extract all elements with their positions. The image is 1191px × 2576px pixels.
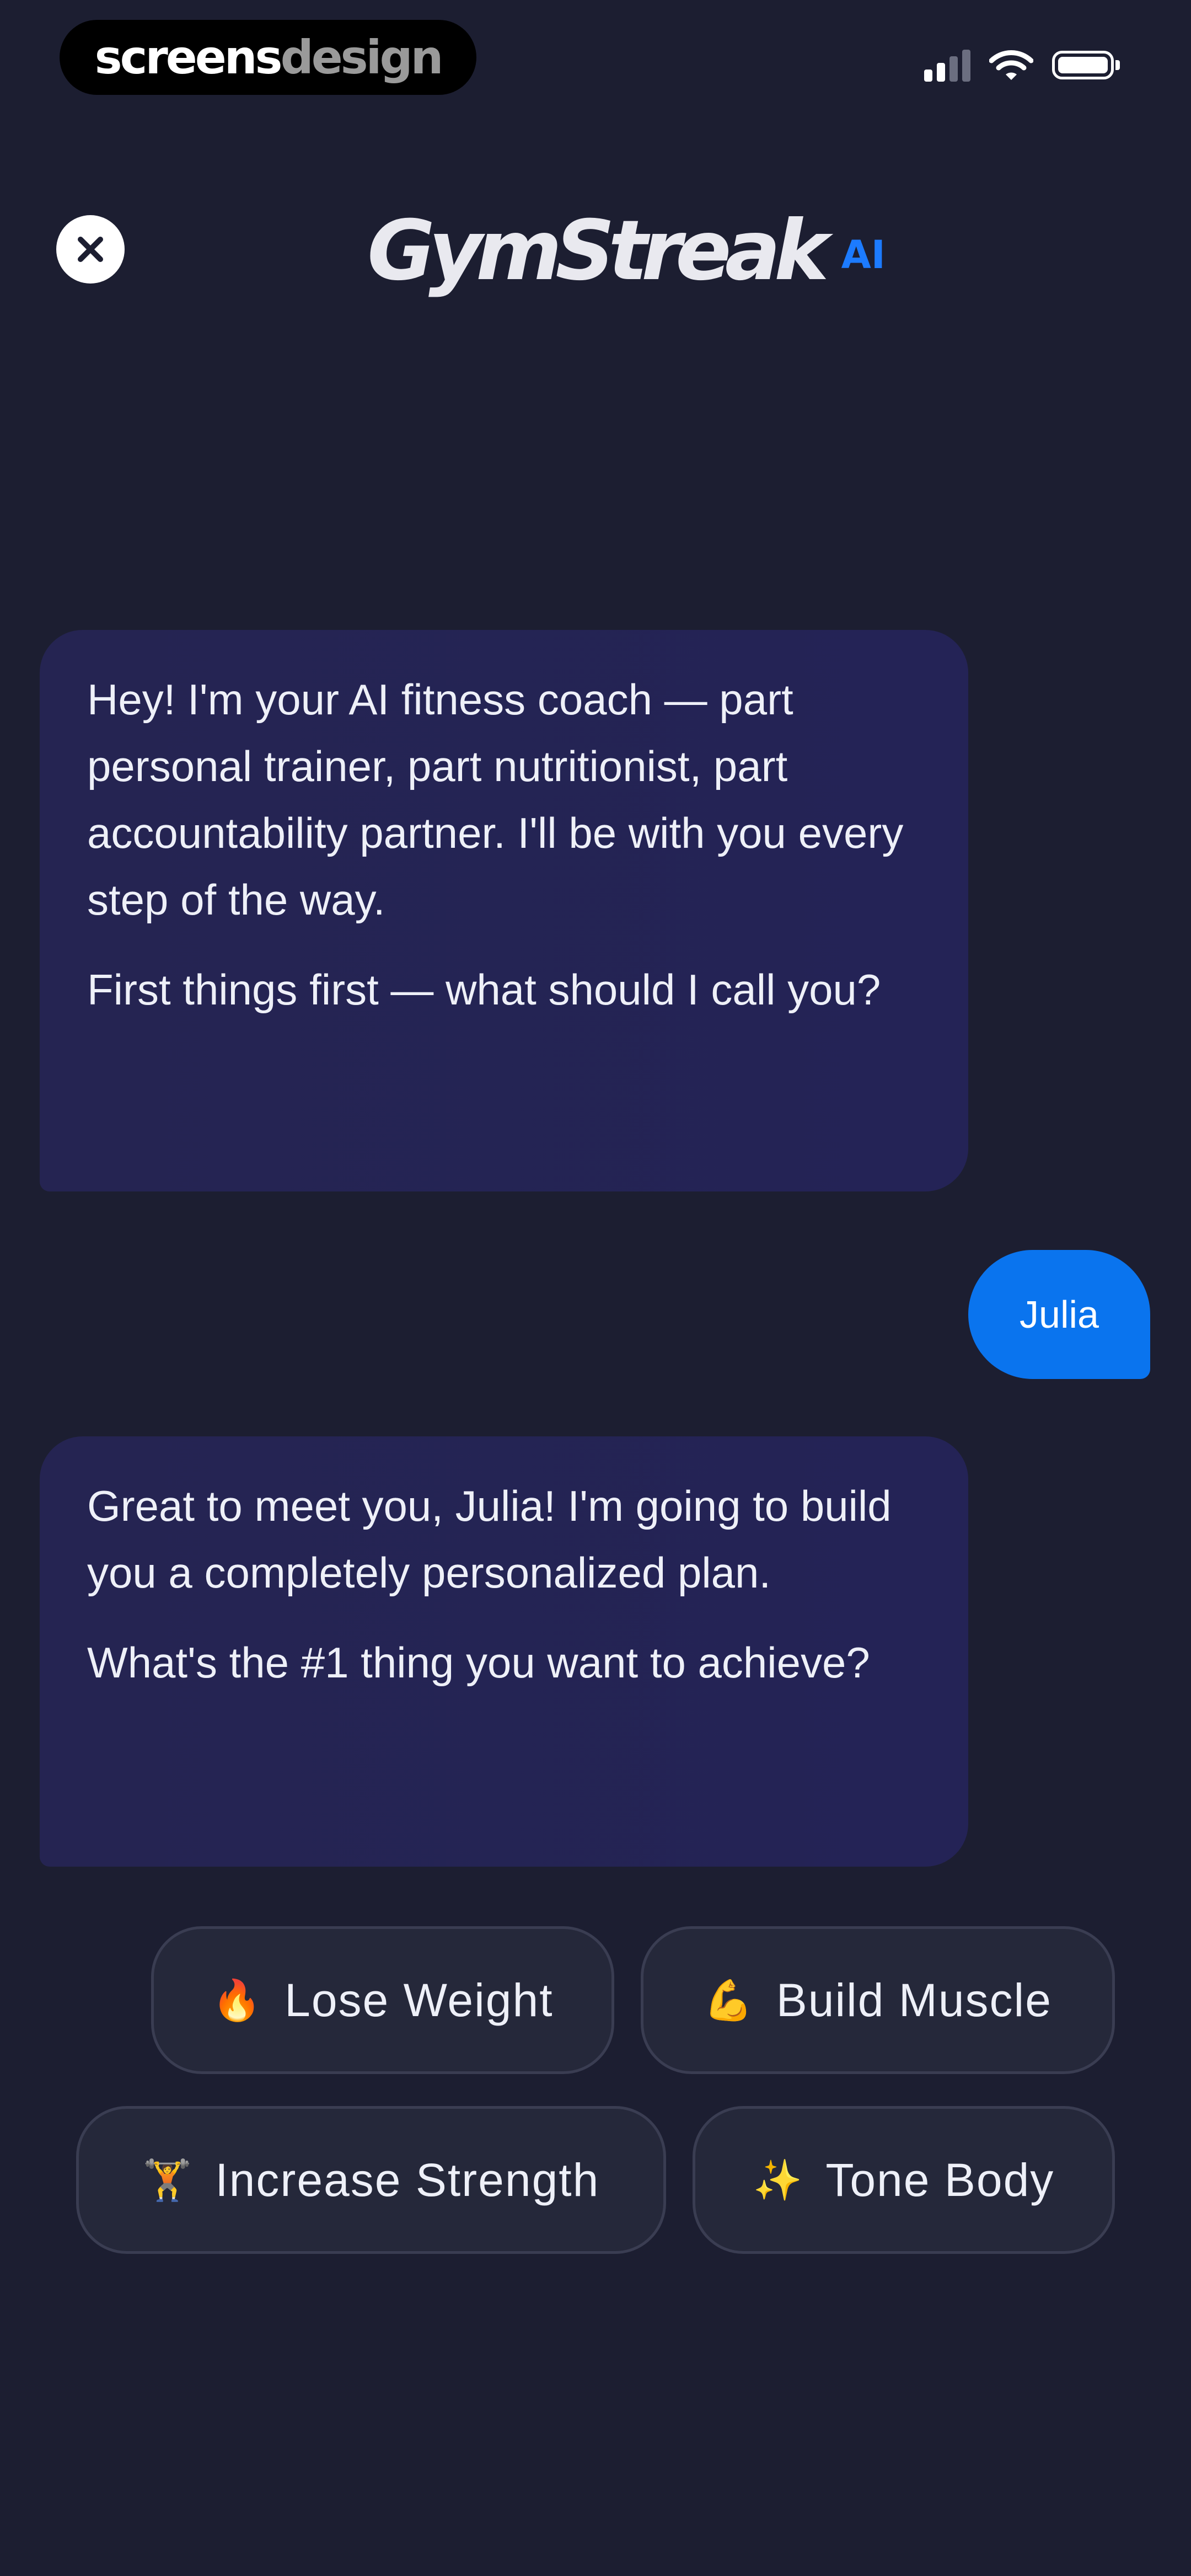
ai-message-text: Hey! I'm your AI fitness coach — part pe… [87, 675, 904, 924]
close-icon [78, 237, 103, 262]
ai-message-bubble: Great to meet you, Julia! I'm going to b… [40, 1436, 968, 1867]
option-label: Build Muscle [776, 1974, 1052, 2026]
ai-message-bubble: Hey! I'm your AI fitness coach — part pe… [40, 630, 968, 1191]
flexed-biceps-icon: 💪 [704, 1978, 754, 2023]
brand-name: GymStreak [367, 203, 829, 299]
fire-icon: 🔥 [212, 1978, 263, 2023]
close-button[interactable] [56, 215, 125, 284]
screensdesign-watermark: screens design [60, 20, 476, 95]
cellular-signal-icon [924, 49, 970, 82]
status-bar [924, 49, 1120, 82]
option-build-muscle-button[interactable]: 💪 Build Muscle [641, 1926, 1115, 2074]
option-label: Increase Strength [215, 2153, 600, 2206]
app-logo: GymStreak AI [367, 203, 886, 299]
ai-message-text: What's the #1 thing you want to achieve? [87, 1638, 870, 1687]
watermark-part2: design [280, 30, 444, 84]
option-increase-strength-button[interactable]: 🏋️ Increase Strength [76, 2106, 666, 2254]
weightlifter-icon: 🏋️ [142, 2158, 194, 2203]
user-message-bubble: Julia [968, 1250, 1150, 1379]
option-label: Lose Weight [285, 1974, 554, 2026]
sparkles-icon: ✨ [753, 2158, 804, 2203]
wifi-icon [989, 50, 1033, 80]
user-message-text: Julia [1020, 1293, 1099, 1336]
option-lose-weight-button[interactable]: 🔥 Lose Weight [151, 1926, 614, 2074]
ai-message-text: First things first — what should I call … [87, 965, 881, 1014]
option-label: Tone Body [825, 2153, 1055, 2206]
option-tone-body-button[interactable]: ✨ Tone Body [693, 2106, 1115, 2254]
battery-icon [1052, 51, 1120, 79]
ai-badge: AI [841, 232, 886, 277]
watermark-part1: screens [94, 30, 283, 84]
ai-message-text: Great to meet you, Julia! I'm going to b… [87, 1482, 892, 1597]
